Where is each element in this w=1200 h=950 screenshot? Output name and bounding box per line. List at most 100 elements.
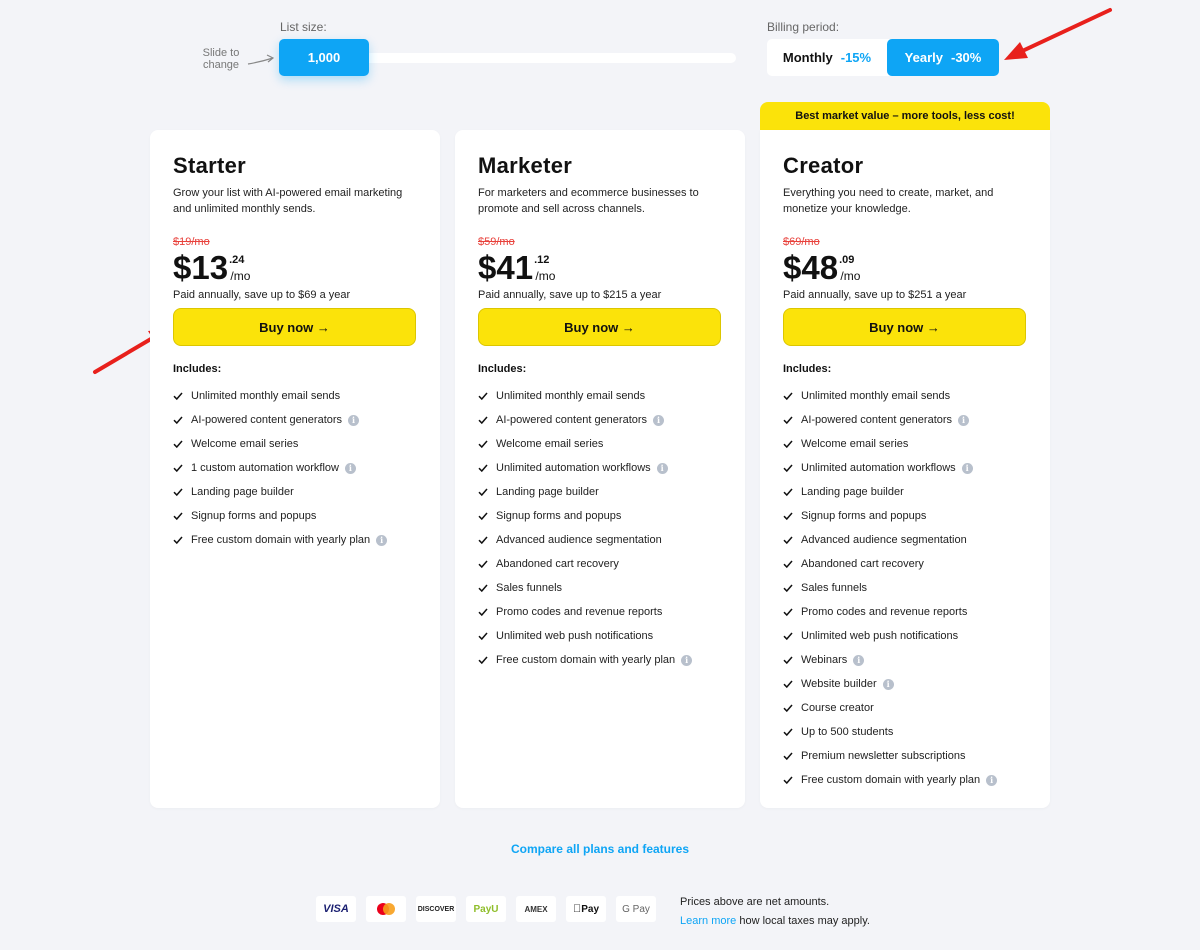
info-icon[interactable]: i: [348, 414, 360, 426]
learn-more-link[interactable]: Learn more: [680, 915, 736, 927]
feature-item: Unlimited automation workflows i: [478, 456, 728, 480]
feature-item: Free custom domain with yearly plan i: [173, 528, 423, 552]
info-icon[interactable]: i: [653, 414, 665, 426]
check-icon: [173, 512, 183, 521]
compare-plans-link[interactable]: Compare all plans and features: [0, 842, 1200, 856]
amex-icon: AMEX: [516, 896, 556, 922]
check-icon: [478, 392, 488, 401]
info-icon[interactable]: i: [882, 678, 894, 690]
feature-item: Welcome email series: [173, 432, 423, 456]
feature-text: AI-powered content generators: [191, 414, 343, 426]
check-icon: [478, 632, 488, 641]
feature-text: Website builder: [801, 678, 877, 690]
feature-list: Unlimited monthly email sends AI-powered …: [478, 384, 728, 672]
price-main: $48: [783, 249, 839, 286]
billing-period-label: Billing period:: [767, 20, 840, 34]
price-cents: .09: [839, 254, 855, 266]
annual-savings-text: Paid annually, save up to $215 a year: [478, 289, 662, 301]
payu-icon: PayU: [466, 896, 506, 922]
price: $48 .09 /mo: [783, 248, 860, 288]
info-icon[interactable]: i: [853, 654, 865, 666]
feature-item: Landing page builder: [783, 480, 1033, 504]
feature-text: Landing page builder: [191, 486, 294, 498]
feature-text: Sales funnels: [801, 582, 868, 594]
list-size-label: List size:: [280, 20, 327, 34]
feature-item: Advanced audience segmentation: [478, 528, 728, 552]
feature-item: Signup forms and popups: [173, 504, 423, 528]
feature-item: Sales funnels: [783, 576, 1033, 600]
info-icon[interactable]: i: [344, 462, 356, 474]
annotation-arrow-icon: [1004, 8, 1112, 60]
list-size-slider-track[interactable]: [340, 53, 736, 63]
check-icon: [478, 416, 488, 425]
check-icon: [173, 488, 183, 497]
info-icon[interactable]: i: [681, 654, 693, 666]
plan-description: Everything you need to create, market, a…: [783, 187, 994, 215]
check-icon: [173, 440, 183, 449]
feature-text: Abandoned cart recovery: [496, 558, 619, 570]
feature-text: Landing page builder: [496, 486, 599, 498]
price-cents: .12: [534, 254, 550, 266]
feature-item: Welcome email series: [783, 432, 1033, 456]
feature-list: Unlimited monthly email sends AI-powered …: [783, 384, 1033, 792]
list-size-slider-handle[interactable]: 1,000: [279, 39, 369, 76]
yearly-discount: -30%: [950, 50, 982, 65]
check-icon: [783, 536, 793, 545]
feature-text: Abandoned cart recovery: [801, 558, 924, 570]
check-icon: [478, 656, 488, 665]
mastercard-icon: [366, 896, 406, 922]
plan-card-starter: Starter Grow your list with AI-powered e…: [150, 130, 440, 808]
info-icon[interactable]: i: [961, 462, 973, 474]
feature-text: Unlimited automation workflows: [801, 462, 956, 474]
feature-item: AI-powered content generators i: [173, 408, 423, 432]
info-icon[interactable]: i: [986, 774, 998, 786]
buy-now-button[interactable]: Buy now →: [478, 308, 721, 346]
price: $13 .24 /mo: [173, 248, 250, 288]
feature-text: Up to 500 students: [801, 726, 894, 738]
feature-item: Unlimited monthly email sends: [783, 384, 1033, 408]
plan-description: For marketers and ecommerce businesses t…: [478, 187, 699, 215]
feature-text: 1 custom automation workflow: [191, 462, 339, 474]
plan-card-creator: Creator Everything you need to create, m…: [760, 130, 1050, 808]
info-icon[interactable]: i: [376, 534, 388, 546]
feature-item: Unlimited web push notifications: [478, 624, 728, 648]
price-unit: /mo: [230, 269, 251, 283]
includes-heading: Includes:: [173, 363, 222, 375]
feature-text: Promo codes and revenue reports: [496, 606, 663, 618]
feature-item: AI-powered content generators i: [783, 408, 1033, 432]
check-icon: [783, 776, 793, 785]
feature-text: Promo codes and revenue reports: [801, 606, 968, 618]
tax-note: Prices above are net amounts. Learn more…: [680, 893, 870, 931]
price-unit: /mo: [840, 269, 861, 283]
annual-savings-text: Paid annually, save up to $69 a year: [173, 289, 351, 301]
check-icon: [478, 464, 488, 473]
feature-item: Signup forms and popups: [783, 504, 1033, 528]
check-icon: [783, 440, 793, 449]
feature-item: Sales funnels: [478, 576, 728, 600]
billing-monthly-option[interactable]: Monthly -15%: [767, 39, 887, 76]
plan-card-marketer: Marketer For marketers and ecommerce bus…: [455, 130, 745, 808]
billing-period-toggle: Monthly -15% Yearly -30%: [767, 39, 999, 76]
feature-text: Unlimited monthly email sends: [801, 390, 951, 402]
feature-list: Unlimited monthly email sends AI-powered …: [173, 384, 423, 552]
info-icon[interactable]: i: [958, 414, 970, 426]
price-cents: .24: [229, 254, 245, 266]
buy-now-button[interactable]: Buy now →: [173, 308, 416, 346]
tax-note-line1: Prices above are net amounts.: [680, 896, 830, 908]
check-icon: [783, 728, 793, 737]
feature-item: AI-powered content generators i: [478, 408, 728, 432]
price-main: $13: [173, 249, 229, 286]
feature-text: Welcome email series: [496, 438, 604, 450]
feature-text: Unlimited monthly email sends: [496, 390, 646, 402]
feature-text: Webinars: [801, 654, 848, 666]
feature-text: Signup forms and popups: [496, 510, 622, 522]
price-main: $41: [478, 249, 534, 286]
feature-text: Unlimited web push notifications: [496, 630, 654, 642]
check-icon: [783, 656, 793, 665]
feature-text: Landing page builder: [801, 486, 904, 498]
buy-now-button[interactable]: Buy now →: [783, 308, 1026, 346]
info-icon[interactable]: i: [656, 462, 668, 474]
feature-item: Promo codes and revenue reports: [783, 600, 1033, 624]
feature-item: Unlimited automation workflows i: [783, 456, 1033, 480]
billing-yearly-option[interactable]: Yearly -30%: [887, 39, 999, 76]
